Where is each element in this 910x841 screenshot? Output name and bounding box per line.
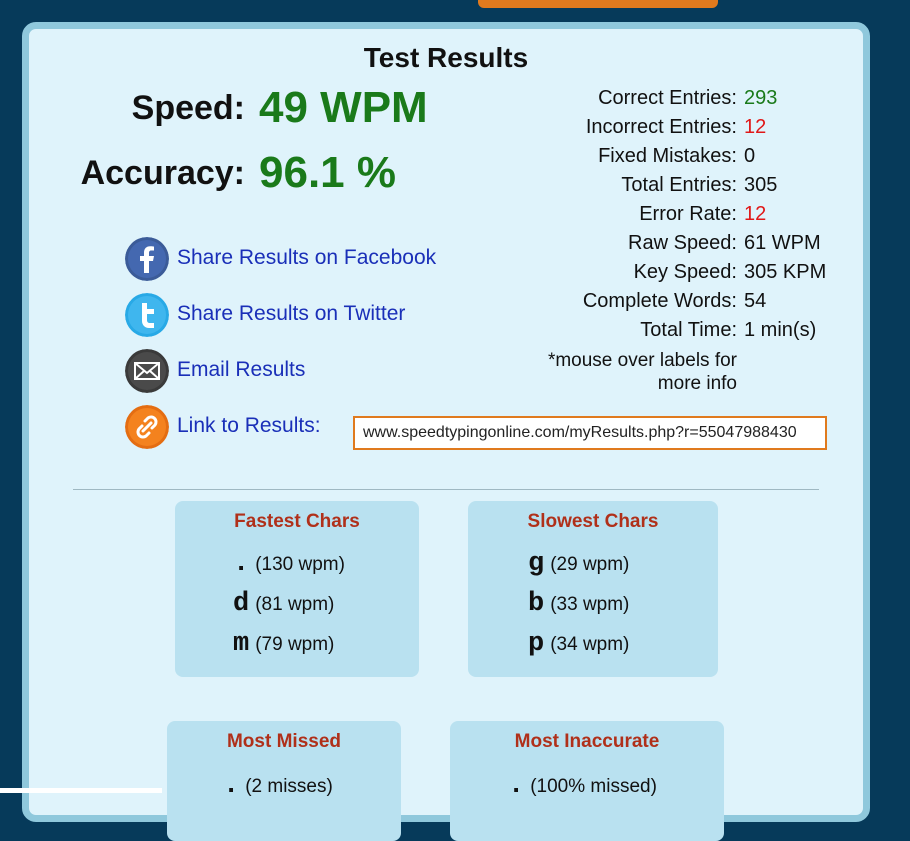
share-facebook-label[interactable]: Share Results on Facebook [177, 246, 436, 270]
stat-row-error-rate: Error Rate: 12 [529, 203, 849, 232]
email-icon[interactable] [125, 349, 169, 393]
slowest-rate: (33 wpm) [550, 594, 630, 615]
fastest-char-row: d (81 wpm) [233, 589, 334, 619]
speed-value: 49 WPM [259, 83, 428, 132]
slowest-rate: (29 wpm) [550, 554, 630, 575]
most-inaccurate-rate: (100% missed) [530, 776, 657, 797]
slowest-rate: (34 wpm) [550, 634, 630, 655]
stat-value: 0 [744, 145, 756, 167]
note-line-2: more info [657, 373, 737, 394]
email-results-label[interactable]: Email Results [177, 358, 305, 382]
fastest-chars-card: Fastest Chars . (130 wpm) d (81 wpm) m (79 … [175, 501, 419, 677]
slowest-char-row: p (34 wpm) [528, 629, 629, 659]
most-inaccurate-card: Most Inaccurate . (100% missed) [450, 721, 724, 841]
fastest-rate: (79 wpm) [255, 634, 335, 655]
stat-row-total-time: Total Time: 1 min(s) [529, 319, 849, 348]
most-missed-rate: (2 misses) [245, 776, 333, 797]
stat-label[interactable]: Key Speed: [634, 261, 737, 284]
link-icon [125, 405, 169, 449]
results-panel: Test Results Speed: 49 WPM Accuracy: 96.… [22, 22, 870, 841]
fastest-rate: (130 wpm) [255, 554, 345, 575]
stat-label[interactable]: Incorrect Entries: [586, 116, 737, 139]
most-missed-row: . (2 misses) [223, 771, 333, 801]
fastest-rate: (81 wpm) [255, 594, 335, 615]
stat-value: 293 [744, 87, 778, 109]
stat-row-correct-entries: Correct Entries: 293 [529, 87, 849, 116]
note-line-1: *mouse over labels for [547, 350, 737, 371]
slowest-char: p [528, 629, 545, 659]
divider [73, 489, 819, 490]
stat-label[interactable]: Correct Entries: [598, 87, 737, 110]
stat-value: 61 WPM [744, 232, 821, 254]
stat-row-incorrect-entries: Incorrect Entries: 12 [529, 116, 849, 145]
stat-row-total-entries: Total Entries: 305 [529, 174, 849, 203]
slowest-char-row: b (33 wpm) [528, 589, 629, 619]
stat-value: 1 min(s) [744, 319, 817, 341]
stat-label[interactable]: Raw Speed: [628, 232, 737, 255]
top-tab[interactable] [478, 0, 718, 8]
fastest-char-row: m (79 wpm) [233, 629, 334, 659]
stat-label[interactable]: Total Time: [640, 319, 737, 342]
stat-value: 12 [744, 203, 767, 225]
stat-label[interactable]: Complete Words: [583, 290, 737, 313]
slowest-chars-card: Slowest Chars g (29 wpm) b (33 wpm) p (34 w… [468, 501, 718, 677]
fastest-char-row: . (130 wpm) [233, 549, 345, 579]
most-missed-char: . [223, 771, 240, 801]
twitter-icon[interactable] [125, 293, 169, 337]
most-inaccurate-title: Most Inaccurate [514, 731, 660, 752]
most-inaccurate-char: . [508, 771, 525, 801]
share-twitter-label[interactable]: Share Results on Twitter [177, 302, 405, 326]
fastest-char: m [233, 629, 250, 659]
most-missed-title: Most Missed [226, 731, 342, 752]
stat-value: 305 KPM [744, 261, 827, 283]
fastest-chars-title: Fastest Chars [234, 511, 360, 532]
link-to-results-label: Link to Results: [177, 414, 321, 437]
most-missed-card: Most Missed . (2 misses) [167, 721, 401, 841]
stat-label[interactable]: Fixed Mistakes: [598, 145, 737, 168]
mouse-over-note: *mouse over labels for more info [548, 349, 737, 395]
accuracy-value: 96.1 % [259, 148, 396, 197]
stat-row-complete-words: Complete Words: 54 [529, 290, 849, 319]
stat-label[interactable]: Total Entries: [621, 174, 737, 197]
stat-value: 305 [744, 174, 778, 196]
page-title: Test Results [363, 42, 529, 73]
stat-label[interactable]: Error Rate: [639, 203, 737, 226]
fastest-char: . [233, 549, 250, 579]
bottom-bar [0, 788, 162, 793]
stat-value: 54 [744, 290, 767, 312]
stat-row-key-speed: Key Speed: 305 KPM [529, 261, 849, 290]
slowest-chars-title: Slowest Chars [527, 511, 659, 532]
facebook-icon[interactable] [125, 237, 169, 281]
most-inaccurate-row: . (100% missed) [508, 771, 657, 801]
speed-label: Speed: [131, 89, 245, 127]
accuracy-label: Accuracy: [80, 154, 245, 192]
slowest-char: b [528, 589, 545, 619]
slowest-char: g [528, 549, 545, 579]
slowest-char-row: g (29 wpm) [528, 549, 629, 579]
fastest-char: d [233, 589, 250, 619]
stat-row-fixed-mistakes: Fixed Mistakes: 0 [529, 145, 849, 174]
stat-value: 12 [744, 116, 767, 138]
results-url-field[interactable]: www.speedtypingonline.com/myResults.php?… [353, 416, 827, 450]
stat-row-raw-speed: Raw Speed: 61 WPM [529, 232, 849, 261]
